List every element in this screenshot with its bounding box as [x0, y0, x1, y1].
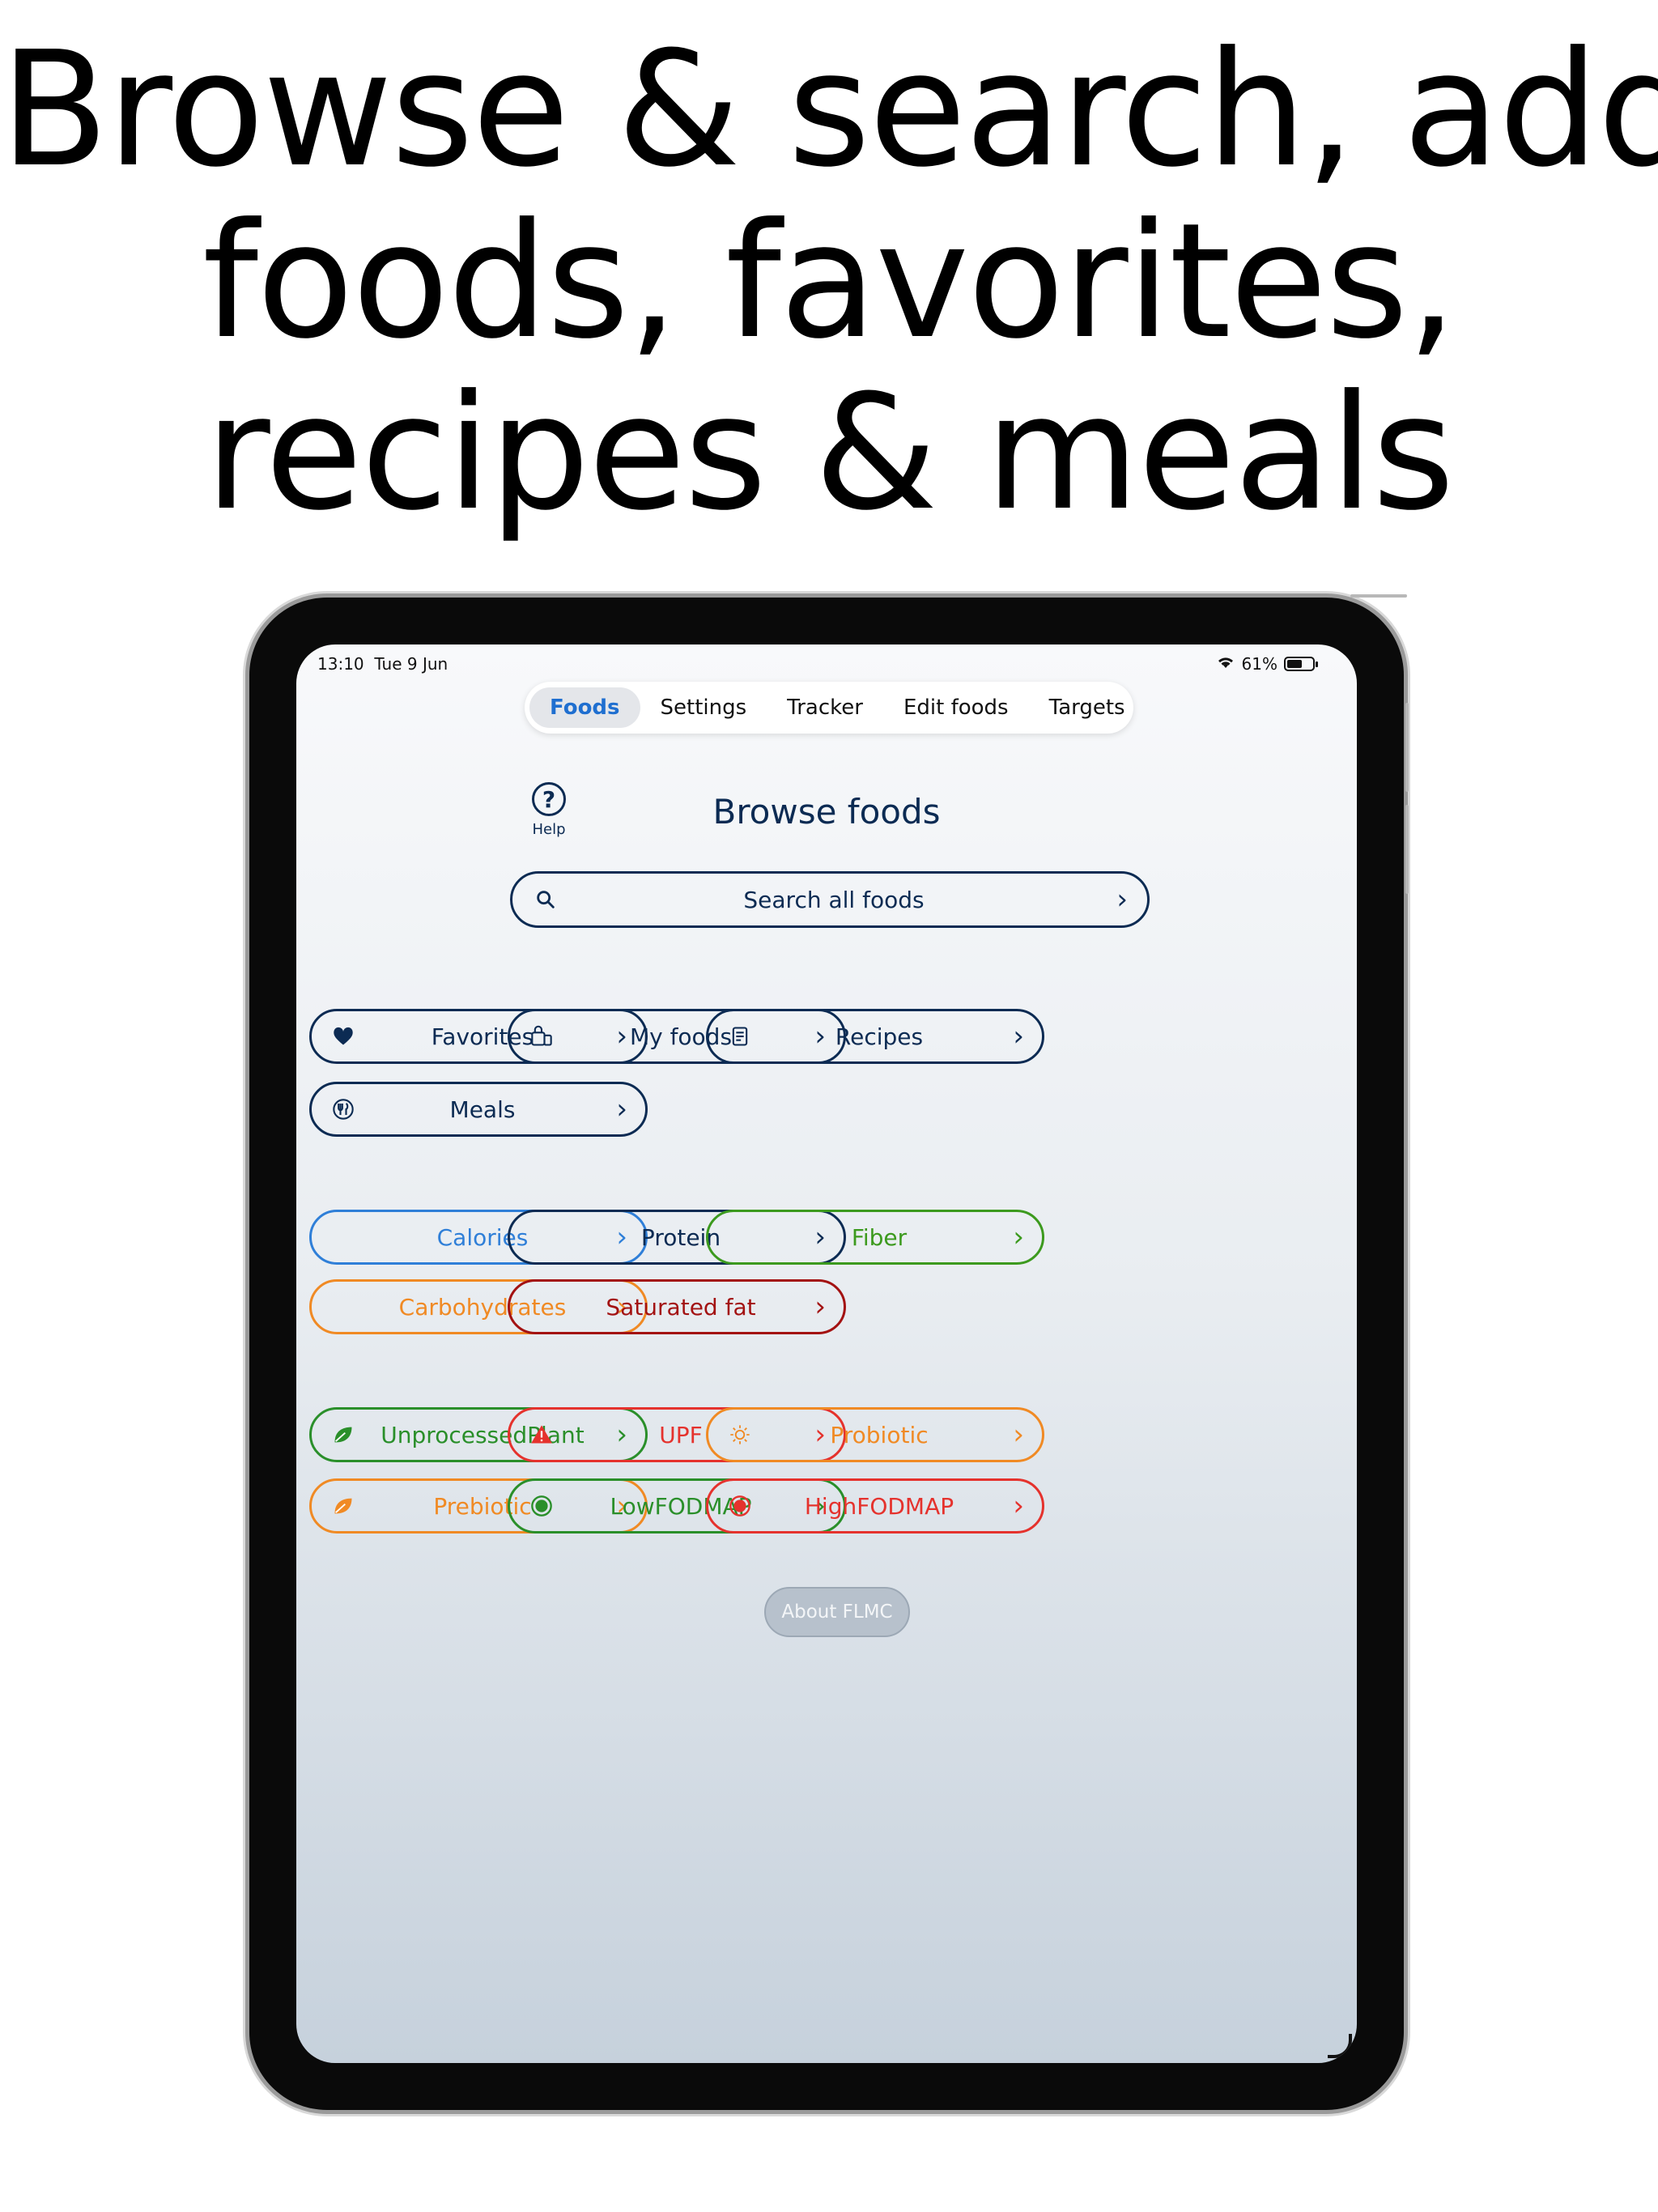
status-clock: 13:10 [317, 654, 364, 674]
saturated-fat-button[interactable]: Saturated fat › [508, 1279, 846, 1334]
page-title: Browse foods [712, 792, 941, 832]
heart-icon [329, 1023, 357, 1050]
tab-bar: Foods Settings Tracker Edit foods Targets [525, 682, 1133, 734]
volume-up-button [1405, 703, 1409, 792]
status-date: Tue 9 Jun [374, 654, 449, 674]
headline-line-2: foods, favorites, [202, 189, 1457, 374]
button-label: Fiber [851, 1223, 908, 1251]
chevron-right-icon: › [1013, 1020, 1024, 1053]
button-label: Probiotic [830, 1421, 929, 1448]
battery-fill [1287, 660, 1303, 668]
button-label: Recipes [835, 1023, 924, 1050]
chevron-right-icon: › [1116, 883, 1128, 916]
headline-line-3: recipes & meals [205, 361, 1455, 546]
top-button [1350, 594, 1407, 598]
battery-icon [1284, 657, 1318, 671]
button-label: HighFODMAP [804, 1492, 954, 1520]
volume-down-button [1405, 805, 1409, 894]
probiotic-button[interactable]: Probiotic › [706, 1407, 1044, 1462]
fiber-button[interactable]: Fiber › [706, 1210, 1044, 1265]
about-flmc-button[interactable]: About FLMC [764, 1587, 910, 1637]
status-indicators: 61% [1216, 654, 1318, 674]
button-label: Saturated fat [606, 1293, 756, 1321]
recipes-button[interactable]: Recipes › [706, 1009, 1044, 1064]
search-all-foods-button[interactable]: Search all foods › [510, 871, 1150, 928]
tab-tracker[interactable]: Tracker [767, 687, 883, 728]
blank-icon [329, 1293, 357, 1321]
blank-icon [528, 1223, 555, 1251]
sun-icon [726, 1421, 754, 1448]
fork-knife-icon [329, 1095, 357, 1123]
warning-icon [528, 1421, 555, 1448]
search-label: Search all foods [743, 886, 925, 913]
shopping-bag-icon [528, 1023, 555, 1050]
headline-line-1: Browse & search, add [0, 18, 1658, 202]
resize-handle-icon [1328, 2034, 1352, 2058]
tab-settings[interactable]: Settings [640, 687, 767, 728]
tab-foods[interactable]: Foods [529, 687, 640, 728]
battery-percent: 61% [1241, 654, 1278, 674]
app-screen: 13:10 Tue 9 Jun 61% Foods Settings Tracker… [296, 644, 1357, 2063]
blank-icon [528, 1293, 555, 1321]
chevron-right-icon: › [814, 1291, 826, 1323]
leaf-icon [329, 1421, 357, 1448]
blank-icon [329, 1223, 357, 1251]
chevron-right-icon: › [1013, 1221, 1024, 1253]
tablet-frame: 13:10 Tue 9 Jun 61% Foods Settings Tracker… [249, 594, 1409, 2110]
wifi-icon [1216, 654, 1235, 674]
dot-circle-icon [528, 1492, 555, 1520]
promo-headline: Browse & search, add foods, favorites, r… [0, 24, 1658, 539]
highfodmap-button[interactable]: HighFODMAP › [706, 1478, 1044, 1534]
chevron-right-icon: › [1013, 1419, 1024, 1451]
leaf-icon [329, 1492, 357, 1520]
chevron-right-icon: › [616, 1093, 627, 1125]
tab-targets[interactable]: Targets [1029, 687, 1146, 728]
button-label: Meals [449, 1095, 516, 1123]
meals-button[interactable]: Meals › [309, 1082, 648, 1137]
tab-edit-foods[interactable]: Edit foods [883, 687, 1029, 728]
dot-circle-icon [726, 1492, 754, 1520]
status-time: 13:10 Tue 9 Jun [317, 654, 448, 674]
recipe-book-icon [726, 1023, 754, 1050]
chevron-right-icon: › [1013, 1490, 1024, 1522]
blank-icon [726, 1223, 754, 1251]
search-icon [532, 886, 559, 913]
